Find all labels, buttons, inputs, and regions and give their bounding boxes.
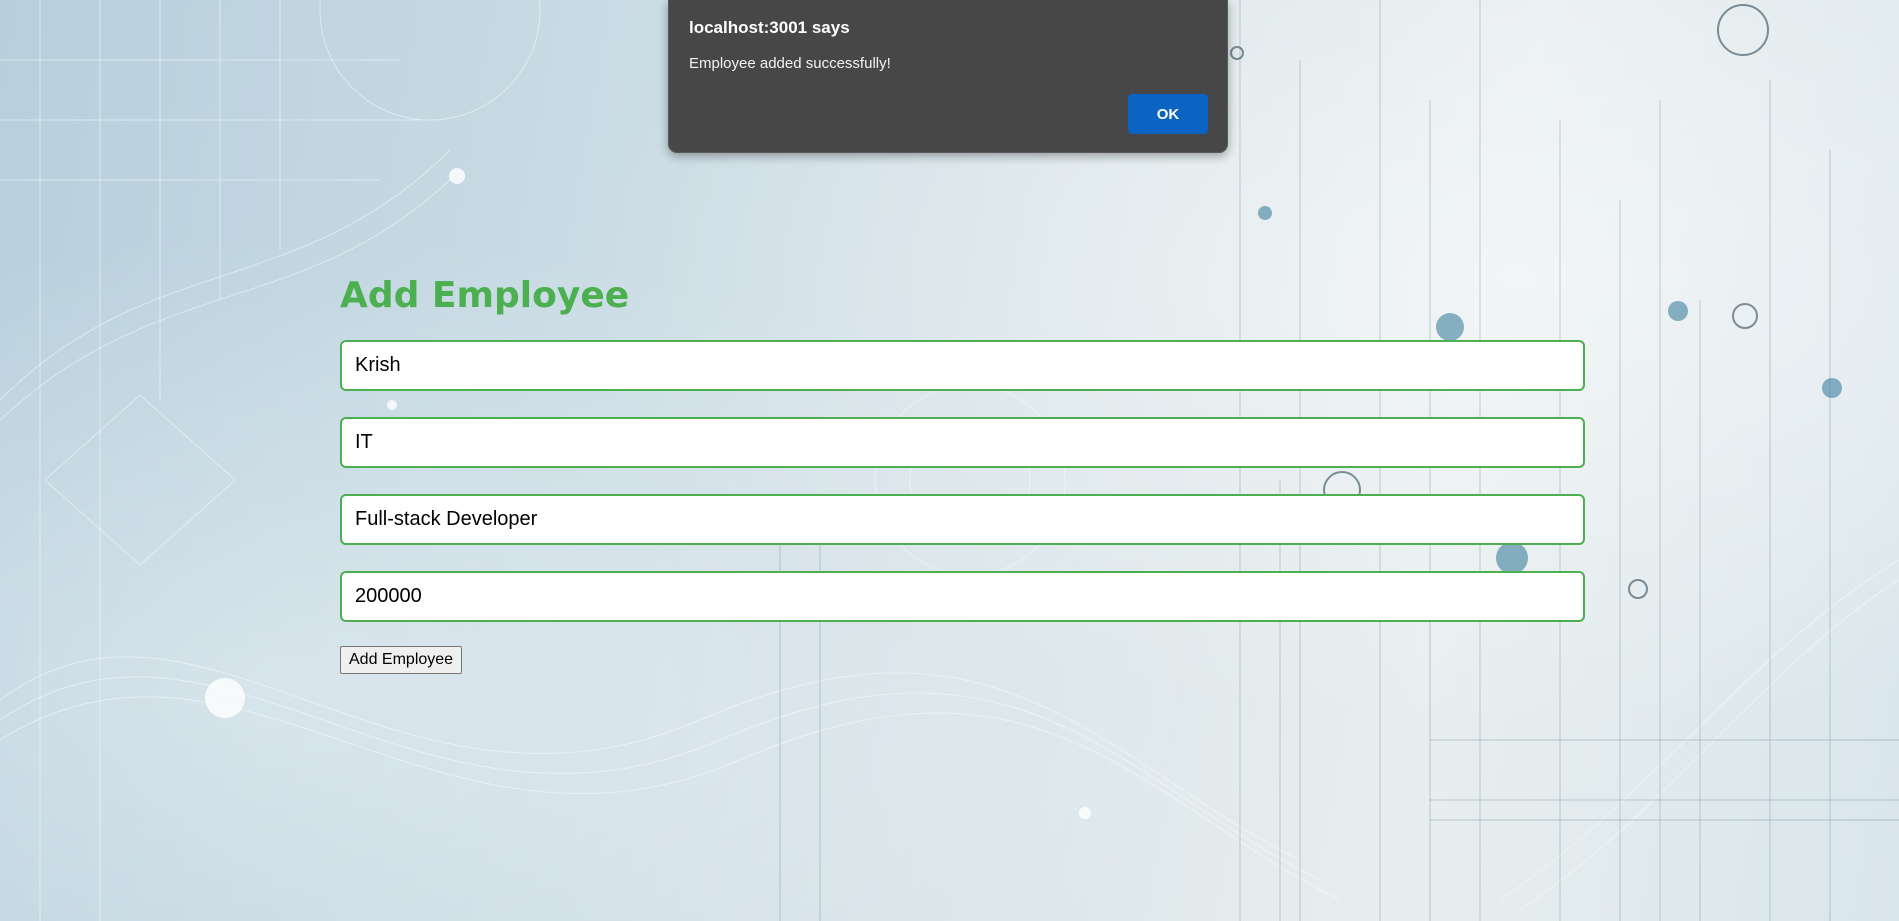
position-input[interactable]: [340, 494, 1585, 545]
add-employee-button[interactable]: Add Employee: [340, 646, 463, 674]
alert-origin: localhost:3001 says: [689, 18, 850, 37]
alert-dialog: localhost:3001 says Employee added succe…: [668, 0, 1228, 153]
department-input[interactable]: [340, 417, 1585, 468]
salary-input[interactable]: [340, 571, 1585, 622]
add-employee-form: Add Employee Add Employee: [340, 268, 1585, 674]
alert-ok-button[interactable]: OK: [1128, 94, 1208, 134]
page-title: Add Employee: [340, 275, 630, 316]
alert-message: Employee added successfully!: [689, 55, 891, 72]
employee-name-input[interactable]: [340, 340, 1585, 391]
